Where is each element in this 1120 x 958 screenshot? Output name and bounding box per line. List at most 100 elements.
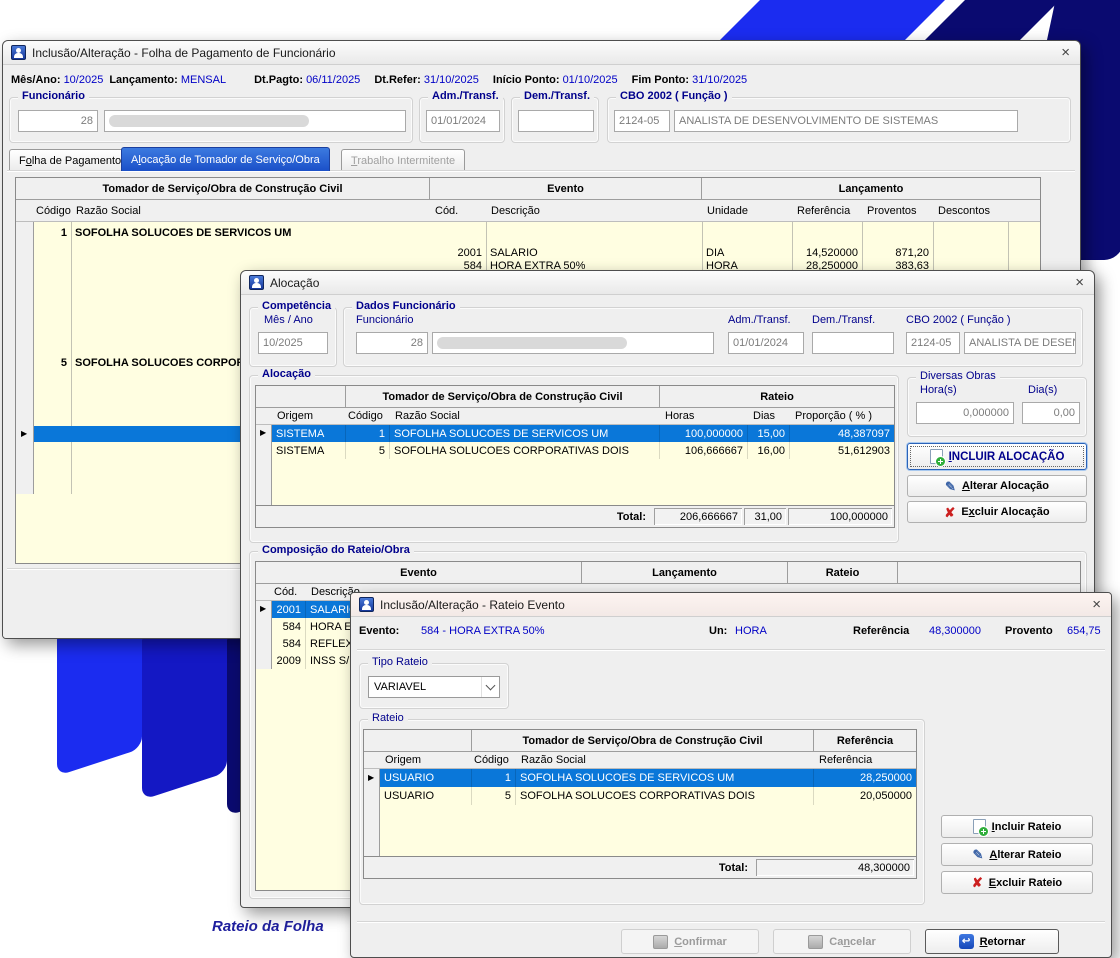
table-row-tomador-1[interactable]: 1 SOFOLHA SOLUCOES DE SERVICOS UM [34,226,1040,240]
current-row-arrow-icon: ▶ [21,430,27,438]
button-label: lterar Rateio [997,849,1061,861]
redacted-name [437,337,627,349]
cbo-desc-field[interactable]: ANALISTA DE DESENVOLVIMENTO DE SISTEMAS [964,332,1076,354]
col-codigo: Código [34,205,71,217]
dem-transf-field[interactable] [518,110,594,132]
tipo-rateio-label: Tipo Rateio [368,656,432,668]
funcionario-name-field[interactable] [432,332,714,354]
diversas-obras-label: Diversas Obras [916,370,1000,382]
close-icon[interactable]: × [1090,597,1103,612]
incluir-rateio-button[interactable]: Incluir Rateio [941,815,1093,838]
cbo-group: CBO 2002 ( Função ) 2124-05 ANALISTA DE … [607,97,1071,143]
dem-transf-field[interactable] [812,332,894,354]
referencia-value: 48,300000 [929,625,981,637]
mes-ano-value: 10/2025 [64,74,104,86]
col-descontos: Descontos [933,205,1022,217]
close-icon[interactable]: × [1073,275,1086,290]
close-icon[interactable]: × [1059,45,1072,60]
button-label: xcluir Rateio [996,877,1062,889]
mes-ano-field[interactable]: 10/2025 [258,332,328,354]
dt-pagto-label: Dt.Pagto: [254,74,303,86]
dados-funcionario-group: Dados Funcionário Funcionário 28 Adm./Tr… [343,307,1083,367]
cbo-sublabel: CBO 2002 ( Função ) [906,314,1011,326]
cell-horas: 100,000000 [660,425,748,442]
retornar-button[interactable]: ↩ Retornar [925,929,1059,954]
funcionario-code-field[interactable]: 28 [356,332,428,354]
competencia-group: Competência Mês / Ano 10/2025 [249,307,337,367]
cbo-code-field[interactable]: 2124-05 [614,110,670,132]
adm-transf-field[interactable]: 01/01/2024 [426,110,500,132]
dt-refer-value: 31/10/2025 [424,74,479,86]
cancel-icon [808,935,823,949]
group-header-rateio: Rateio [788,562,898,583]
cell-razao: SOFOLHA SOLUCOES DE SERVICOS UM [516,769,814,787]
col-dias: Dias [748,410,790,422]
rateio-total-bar: Total: 48,300000 [363,857,917,879]
dias-field[interactable]: 0,00 [1022,402,1080,424]
current-row-arrow-icon: ▶ [368,774,374,782]
cell-codigo: 1 [472,769,516,787]
col-referencia: Referência [814,754,916,766]
tab-label: ocação de Tomador de Serviço/Obra [141,154,320,166]
table-row[interactable]: SISTEMA 1 SOFOLHA SOLUCOES DE SERVICOS U… [272,425,894,442]
total-label: Total: [366,862,754,874]
app-icon [249,275,264,290]
tomador-codigo: 5 [34,356,71,370]
pencil-icon: ✎ [972,848,983,861]
evento-cod: 2001 [430,246,486,259]
adm-transf-field[interactable]: 01/01/2024 [728,332,804,354]
inicio-ponto-value: 01/10/2025 [563,74,618,86]
titlebar-alocacao[interactable]: Alocação × [241,271,1094,295]
cell-proporcao: 51,612903 [790,442,894,459]
table-row[interactable]: USUARIO 5 SOFOLHA SOLUCOES CORPORATIVAS … [380,787,916,805]
tab-folha-de-pagamento[interactable]: Folha de Pagamento [9,149,131,171]
chevron-down-icon [481,677,499,697]
current-row-arrow-icon: ▶ [260,429,266,437]
cell-codigo: 1 [346,425,390,442]
tipo-rateio-select[interactable]: VARIAVEL [368,676,500,698]
group-header-referencia: Referência [814,730,916,751]
evento-proventos: 871,20 [862,246,933,259]
dem-transf-group: Dem./Transf. [511,97,599,143]
cell-origem: SISTEMA [272,425,346,442]
un-value: HORA [735,625,767,637]
cbo-desc-field[interactable]: ANALISTA DE DESENVOLVIMENTO DE SISTEMAS [674,110,1018,132]
redacted-name [109,115,309,127]
dt-pagto-value: 06/11/2025 [306,74,360,86]
alterar-alocacao-button[interactable]: ✎ Alterar Alocação [907,475,1087,497]
horas-field[interactable]: 0,000000 [916,402,1014,424]
titlebar-rateio[interactable]: Inclusão/Alteração - Rateio Evento × [351,593,1111,617]
referencia-label: Referência [853,625,909,637]
window-title: Inclusão/Alteração - Folha de Pagamento … [32,46,336,60]
excluir-rateio-button[interactable]: ✘ Excluir Rateio [941,871,1093,894]
table-row[interactable]: USUARIO 1 SOFOLHA SOLUCOES DE SERVICOS U… [380,769,916,787]
cell-origem: USUARIO [380,787,472,805]
current-row-arrow-icon: ▶ [260,605,266,613]
tab-alocacao-tomador[interactable]: Alocação de Tomador de Serviço/Obra [121,147,330,171]
col-cod: Cód. [430,205,486,217]
titlebar-folha[interactable]: Inclusão/Alteração - Folha de Pagamento … [3,41,1080,65]
excluir-alocacao-button[interactable]: ✘ Excluir Alocação [907,501,1087,523]
cell-cod: 2009 [272,652,306,669]
delete-x-icon: ✘ [944,506,955,519]
diversas-obras-group: Diversas Obras Hora(s) 0,000000 Dia(s) 0… [907,377,1087,437]
col-origem: Origem [272,410,346,422]
funcionario-sublabel: Funcionário [356,314,413,326]
alterar-rateio-button[interactable]: ✎ Alterar Rateio [941,843,1093,866]
tipo-rateio-group: Tipo Rateio VARIAVEL [359,663,509,709]
evento-referencia: 14,520000 [792,246,862,259]
table-row-evento[interactable]: 2001 SALARIO DIA 14,520000 871,20 [34,246,1040,259]
back-arrow-icon: ↩ [959,934,974,949]
total-referencia: 48,300000 [756,859,914,876]
table-row[interactable]: SISTEMA 5 SOFOLHA SOLUCOES CORPORATIVAS … [272,442,894,459]
cbo-code-field[interactable]: 2124-05 [906,332,960,354]
funcionario-name-field[interactable] [104,110,406,132]
mes-ano-sublabel: Mês / Ano [264,314,313,326]
funcionario-code-field[interactable]: 28 [18,110,98,132]
col-proventos: Proventos [862,205,933,217]
inicio-ponto-label: Início Ponto: [493,74,560,86]
incluir-alocacao-button[interactable]: INCLUIR ALOCAÇÃO [907,443,1087,470]
cell-horas: 106,666667 [660,442,748,459]
col-razao-social: Razão Social [390,410,660,422]
cell-origem: USUARIO [380,769,472,787]
